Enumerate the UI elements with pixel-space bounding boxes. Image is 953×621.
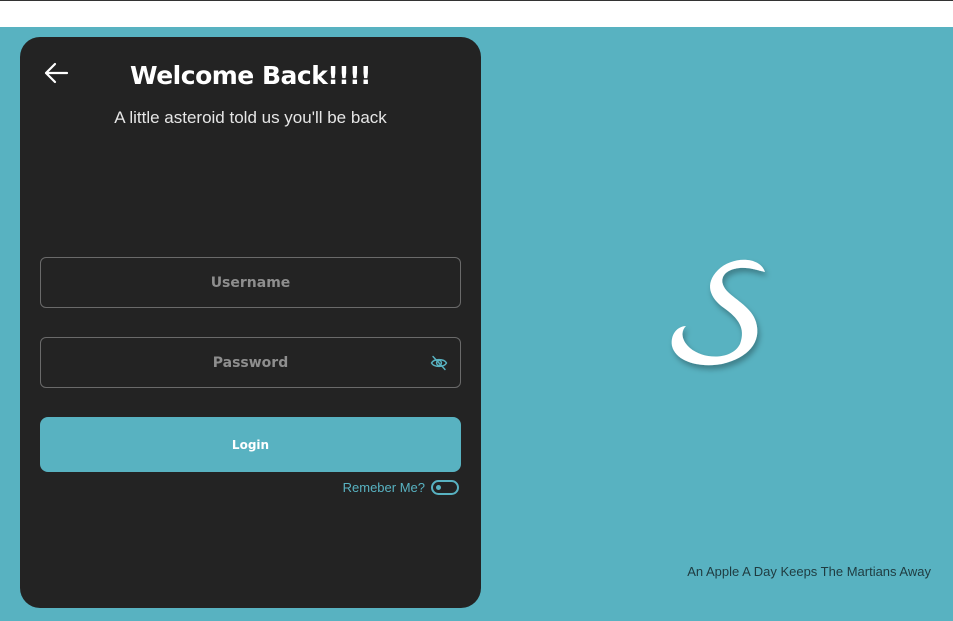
remember-me-label: Remeber Me? — [342, 480, 425, 495]
remember-me-row: Remeber Me? — [343, 480, 459, 495]
page-subtitle: A little asteroid told us you'll be back — [114, 108, 387, 127]
top-bar — [0, 0, 953, 27]
remember-me-toggle[interactable] — [431, 480, 459, 495]
page-title: Welcome Back!!!! — [130, 61, 371, 90]
login-card: Welcome Back!!!! A little asteroid told … — [20, 37, 481, 608]
toggle-knob — [436, 485, 441, 490]
username-field[interactable] — [40, 257, 461, 308]
password-field[interactable] — [40, 337, 461, 388]
password-visibility-toggle[interactable] — [430, 354, 448, 372]
username-input[interactable] — [41, 258, 460, 307]
logo-s-icon — [671, 259, 765, 366]
eye-off-icon — [430, 355, 448, 371]
password-input[interactable] — [41, 338, 460, 387]
tagline: An Apple A Day Keeps The Martians Away — [687, 564, 931, 579]
page-background: Welcome Back!!!! A little asteroid told … — [0, 27, 953, 621]
login-button[interactable]: Login — [40, 417, 461, 472]
